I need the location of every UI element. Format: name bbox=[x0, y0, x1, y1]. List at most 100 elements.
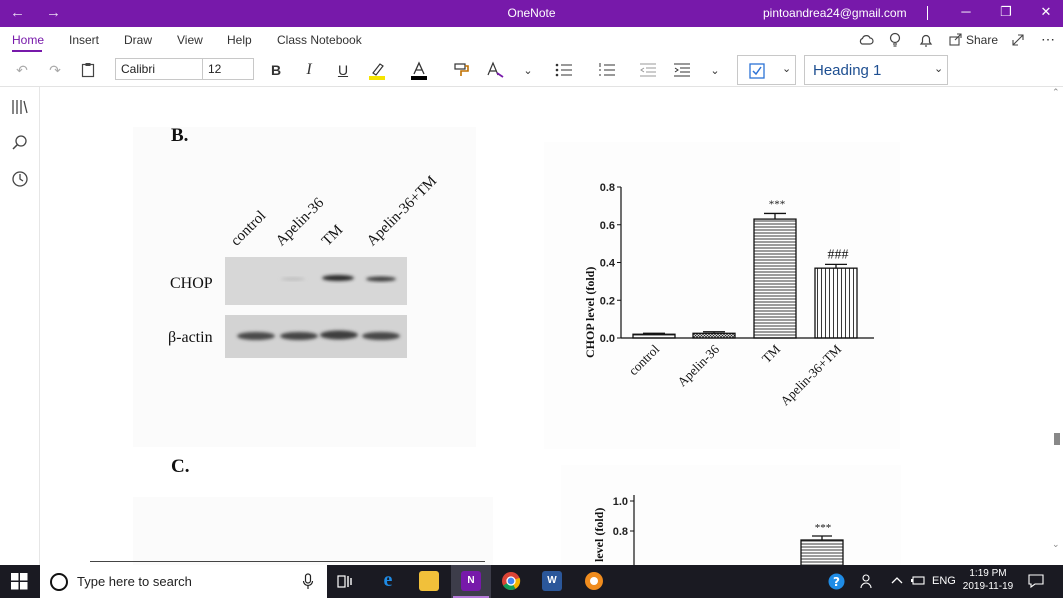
font-color-icon[interactable] bbox=[410, 61, 428, 81]
chart-bar bbox=[632, 333, 676, 339]
y-tick-label: 0.0 bbox=[600, 333, 615, 345]
lightbulb-icon[interactable] bbox=[888, 32, 902, 48]
chart-bar bbox=[692, 332, 736, 339]
tab-help[interactable]: Help bbox=[227, 33, 252, 47]
edge-browser-icon[interactable]: e bbox=[378, 570, 398, 591]
numbered-list-icon[interactable] bbox=[598, 62, 616, 78]
people-icon[interactable] bbox=[860, 573, 876, 589]
task-view-icon[interactable] bbox=[337, 573, 355, 590]
figure-c-blot-panel[interactable] bbox=[133, 497, 493, 565]
language-indicator[interactable]: ENG bbox=[932, 575, 956, 587]
tag-dropdown[interactable]: ⌄ bbox=[737, 55, 796, 85]
y-tick-label: 0.6 bbox=[600, 220, 615, 232]
battery-icon[interactable] bbox=[910, 575, 926, 587]
blot-row-label-chop: CHOP bbox=[170, 275, 213, 292]
microphone-icon[interactable] bbox=[302, 573, 314, 590]
bell-icon[interactable] bbox=[918, 32, 934, 48]
taskbar-search-box[interactable]: Type here to search bbox=[40, 565, 327, 598]
scroll-down-icon[interactable]: ⌄ bbox=[1052, 539, 1060, 550]
blot-band bbox=[322, 275, 354, 281]
chart-y-axis-label: level (fold) bbox=[592, 507, 606, 562]
scroll-up-icon[interactable]: ⌃ bbox=[1052, 87, 1060, 98]
blot-band bbox=[320, 330, 358, 340]
figure-c-label: C. bbox=[171, 456, 190, 477]
ribbon-tabs: Home Insert Draw View Help Class Noteboo… bbox=[0, 27, 1063, 53]
chart-bar bbox=[800, 539, 844, 565]
chevron-down-icon: ⌄ bbox=[934, 63, 944, 75]
account-name[interactable]: pintoandrea24@gmail.com bbox=[763, 6, 907, 20]
onenote-icon: N bbox=[461, 571, 481, 591]
help-icon[interactable]: ? bbox=[828, 573, 845, 590]
chrome-icon[interactable] bbox=[501, 571, 521, 591]
chevron-down-icon[interactable]: ⌄ bbox=[707, 59, 723, 81]
title-separator bbox=[927, 6, 928, 20]
style-dropdown[interactable]: Heading 1 ⌄ bbox=[804, 55, 948, 85]
undo-icon[interactable]: ↶ bbox=[12, 59, 32, 81]
chevron-up-icon[interactable] bbox=[891, 576, 903, 585]
chevron-down-icon: ⌄ bbox=[782, 63, 792, 75]
font-size-field[interactable]: 12 bbox=[202, 58, 254, 80]
underline-button[interactable]: U bbox=[333, 59, 353, 81]
blot-band bbox=[280, 332, 318, 340]
search-placeholder: Type here to search bbox=[77, 574, 192, 589]
clipboard-icon[interactable] bbox=[81, 62, 95, 78]
share-button[interactable]: Share bbox=[966, 33, 998, 47]
tab-draw[interactable]: Draw bbox=[124, 33, 152, 47]
cortana-icon bbox=[50, 573, 68, 591]
formatting-toolbar: ↶ ↷ Calibri 12 B I U ⌄ ⌄ ⌄ Heading 1 ⌄ bbox=[0, 53, 1063, 87]
notifications-icon[interactable] bbox=[1028, 574, 1044, 588]
font-name-field[interactable]: Calibri bbox=[115, 58, 203, 80]
x-tick-label: Apelin-36+TM bbox=[777, 341, 844, 408]
bullet-list-icon[interactable] bbox=[555, 62, 573, 78]
figure-c-blot-edge bbox=[90, 561, 485, 562]
word-icon[interactable]: W bbox=[542, 571, 562, 591]
scrollbar-thumb[interactable] bbox=[1054, 433, 1060, 445]
notebooks-icon[interactable] bbox=[10, 97, 30, 117]
app-icon-orange[interactable] bbox=[584, 571, 604, 591]
todo-checkbox-icon bbox=[749, 63, 765, 79]
bold-button[interactable]: B bbox=[266, 59, 286, 81]
file-explorer-icon[interactable] bbox=[419, 571, 439, 591]
tab-home[interactable]: Home bbox=[12, 33, 44, 47]
more-options-icon[interactable]: ⋯ bbox=[1041, 31, 1055, 48]
expand-icon[interactable] bbox=[1011, 33, 1025, 47]
blot-row-label-actin: β-actin bbox=[168, 329, 213, 346]
x-tick-label: Apelin-36 bbox=[674, 341, 722, 389]
chart-bar bbox=[814, 267, 858, 339]
minimize-icon[interactable]: ─ bbox=[956, 4, 976, 19]
clock-time: 1:19 PM bbox=[969, 568, 1007, 579]
y-tick-label: 0.4 bbox=[600, 258, 616, 270]
onenote-active-tile[interactable]: N bbox=[451, 565, 491, 598]
significance-marker: *** bbox=[769, 198, 786, 210]
title-bar: ← → OneNote pintoandrea24@gmail.com ─ ❐ … bbox=[0, 0, 1063, 27]
increase-indent-icon[interactable] bbox=[673, 62, 691, 78]
clock-date: 2019-11-19 bbox=[962, 581, 1014, 592]
tab-class-notebook[interactable]: Class Notebook bbox=[277, 33, 362, 47]
redo-icon[interactable]: ↷ bbox=[45, 59, 65, 81]
western-blot-image bbox=[225, 257, 407, 358]
decrease-indent-icon[interactable] bbox=[639, 62, 657, 78]
vertical-scrollbar[interactable]: ⌃ ⌄ bbox=[1049, 87, 1063, 565]
share-icon[interactable] bbox=[949, 32, 963, 46]
note-page[interactable]: B. control Apelin-36 TM Apelin-36+TM CHO… bbox=[41, 87, 1049, 565]
windows-taskbar: Type here to search e N W ? ENG 1:19 PM … bbox=[0, 565, 1063, 598]
search-icon[interactable] bbox=[10, 133, 30, 153]
windows-start-icon[interactable] bbox=[11, 573, 28, 590]
chevron-down-icon[interactable]: ⌄ bbox=[520, 59, 536, 81]
highlight-icon[interactable] bbox=[368, 61, 386, 81]
figure-b-label: B. bbox=[171, 125, 189, 146]
chart-y-axis-label: CHOP level (fold) bbox=[583, 266, 597, 358]
tab-view[interactable]: View bbox=[177, 33, 203, 47]
blot-band bbox=[366, 276, 396, 282]
clock[interactable]: 1:19 PM 2019-11-19 bbox=[962, 568, 1014, 592]
italic-button[interactable]: I bbox=[299, 59, 319, 81]
close-icon[interactable]: ✕ bbox=[1036, 4, 1056, 20]
y-tick-label: 1.0 bbox=[613, 496, 628, 508]
recent-clock-icon[interactable] bbox=[10, 169, 30, 189]
clear-formatting-icon[interactable] bbox=[486, 61, 504, 79]
sync-cloud-icon[interactable] bbox=[858, 33, 874, 47]
tab-insert[interactable]: Insert bbox=[69, 33, 99, 47]
restore-icon[interactable]: ❐ bbox=[996, 4, 1016, 20]
y-tick-label: 0.8 bbox=[613, 526, 628, 538]
format-painter-icon[interactable] bbox=[453, 62, 471, 78]
